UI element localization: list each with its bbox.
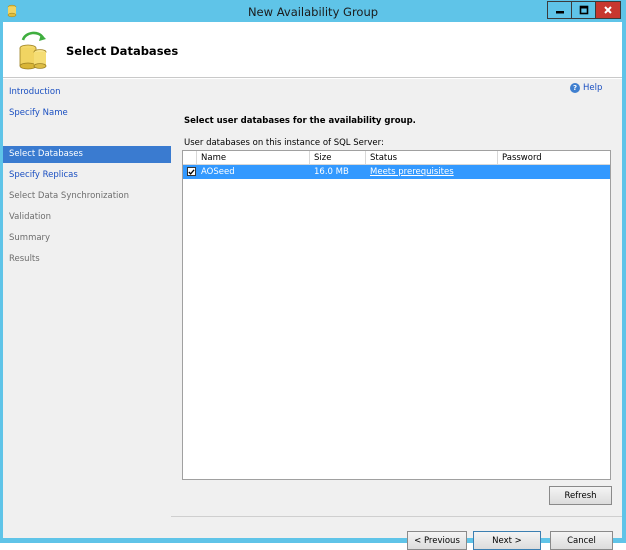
title-bar[interactable]: New Availability Group — [0, 0, 626, 22]
checkmark-icon — [188, 168, 195, 175]
databases-grid[interactable]: Name Size Status Password AOSeed 16.0 MB… — [182, 150, 611, 480]
page-title: Select Databases — [66, 44, 179, 58]
window-title: New Availability Group — [247, 5, 379, 19]
sidebar-item-summary: Summary — [9, 233, 51, 243]
cell-name: AOSeed — [201, 167, 235, 177]
maximize-icon — [579, 5, 588, 15]
sidebar-item-introduction[interactable]: Introduction — [3, 84, 171, 101]
grid-header: Name Size Status Password — [183, 151, 610, 165]
sidebar-item-select-databases[interactable]: Select Databases — [3, 146, 171, 163]
section-heading: Select user databases for the availabili… — [184, 116, 416, 126]
main-panel: ? Help Select user databases for the ava… — [171, 79, 622, 550]
wizard-steps-sidebar: Introduction Specify Name Select Databas… — [3, 79, 171, 538]
grid-caption: User databases on this instance of SQL S… — [184, 138, 384, 148]
column-header-size[interactable]: Size — [310, 151, 366, 165]
cell-password[interactable] — [498, 165, 610, 179]
footer-separator — [171, 516, 622, 517]
help-icon: ? — [570, 83, 580, 93]
cell-size: 16.0 MB — [314, 167, 349, 177]
help-label: Help — [583, 83, 603, 93]
previous-button[interactable]: < Previous — [407, 531, 467, 550]
dialog-client: Select Databases Introduction Specify Na… — [3, 22, 622, 550]
table-row[interactable]: AOSeed 16.0 MB Meets prerequisites — [183, 165, 610, 179]
column-header-password[interactable]: Password — [498, 151, 610, 165]
next-button[interactable]: Next > — [473, 531, 541, 550]
cancel-button[interactable]: Cancel — [550, 531, 613, 550]
cell-status-link[interactable]: Meets prerequisites — [366, 165, 498, 179]
minimize-icon — [555, 11, 564, 14]
sidebar-item-specify-name[interactable]: Specify Name — [3, 105, 171, 122]
close-icon — [604, 6, 612, 14]
sidebar-item-results: Results — [9, 254, 40, 264]
row-checkbox[interactable] — [187, 167, 196, 176]
column-header-status[interactable]: Status — [366, 151, 498, 165]
dialog-window: New Availability Group Select Databases … — [0, 0, 626, 550]
column-header-check[interactable] — [183, 151, 197, 165]
database-icon — [15, 28, 51, 72]
help-link[interactable]: ? Help — [570, 83, 602, 93]
sidebar-item-validation: Validation — [9, 212, 51, 222]
refresh-button[interactable]: Refresh — [549, 486, 612, 505]
sidebar-item-specify-replicas[interactable]: Specify Replicas — [3, 167, 171, 184]
column-header-name[interactable]: Name — [197, 151, 310, 165]
maximize-button[interactable] — [572, 1, 596, 19]
sidebar-item-select-data-synchronization: Select Data Synchronization — [9, 191, 130, 201]
page-header: Select Databases — [3, 22, 622, 78]
close-button[interactable] — [596, 1, 621, 19]
minimize-button[interactable] — [547, 1, 572, 19]
